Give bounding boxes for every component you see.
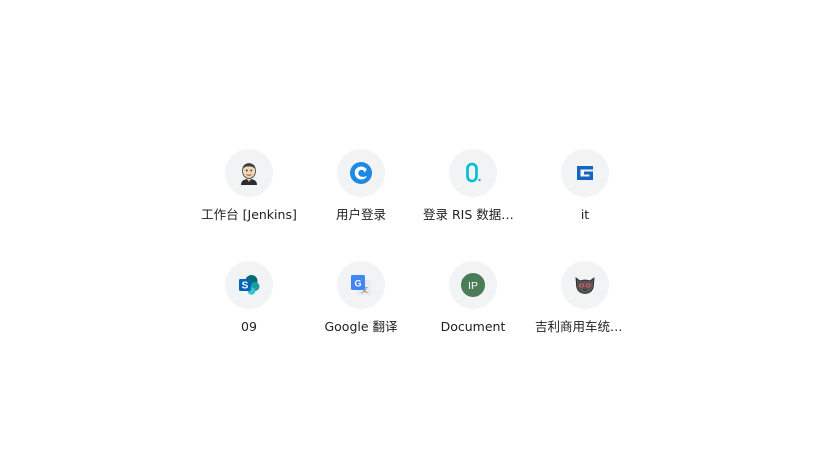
- shortcut-label: 用户登录: [335, 207, 386, 222]
- shortcut-label: Document: [440, 319, 506, 334]
- shortcut-icon-circle: [225, 149, 273, 197]
- shortcut-grid: 工作台 [Jenkins] 用户登录 登录 RIS 数据平台 it S 09 文…: [193, 137, 641, 361]
- ip-letter-icon: IP: [461, 273, 485, 297]
- svg-text:S: S: [242, 281, 249, 292]
- shortcut-icon-circle: IP: [449, 261, 497, 309]
- shortcut-tile[interactable]: 吉利商用车统一平台: [529, 249, 641, 361]
- shortcut-tile[interactable]: IP Document: [417, 249, 529, 361]
- shortcut-tile[interactable]: 用户登录: [305, 137, 417, 249]
- ris-logo-icon: [466, 162, 481, 183]
- shortcut-tile[interactable]: 登录 RIS 数据平台: [417, 137, 529, 249]
- g-logo-icon: [577, 166, 593, 180]
- shortcut-label: 工作台 [Jenkins]: [201, 207, 297, 222]
- svg-text:G: G: [354, 279, 361, 289]
- jenkins-icon: [241, 163, 257, 185]
- new-tab-page: 工作台 [Jenkins] 用户登录 登录 RIS 数据平台 it S 09 文…: [0, 0, 825, 473]
- shortcut-icon-circle: [561, 149, 609, 197]
- shortcut-icon-circle: 文 G: [337, 261, 385, 309]
- shortcut-tile[interactable]: it: [529, 137, 641, 249]
- shortcut-icon-circle: [337, 149, 385, 197]
- shortcut-label: 登录 RIS 数据平台: [423, 207, 523, 222]
- shortcut-label: 吉利商用车统一平台: [535, 319, 635, 334]
- ip-letter-text: IP: [468, 280, 478, 292]
- cat-face-icon: [575, 277, 595, 294]
- shortcut-icon-circle: [449, 149, 497, 197]
- google-translate-icon: 文 G: [351, 275, 371, 295]
- shortcut-icon-circle: S: [225, 261, 273, 309]
- shortcut-label: 09: [241, 319, 257, 334]
- sharepoint-icon: S: [239, 275, 260, 295]
- shortcut-label: it: [580, 207, 590, 222]
- shortcut-icon-circle: [561, 261, 609, 309]
- shortcut-tile[interactable]: 工作台 [Jenkins]: [193, 137, 305, 249]
- shortcut-label: Google 翻译: [324, 319, 398, 334]
- shortcut-tile[interactable]: S 09: [193, 249, 305, 361]
- shortcut-tile[interactable]: 文 G Google 翻译: [305, 249, 417, 361]
- swirl-logo-icon: [350, 162, 372, 184]
